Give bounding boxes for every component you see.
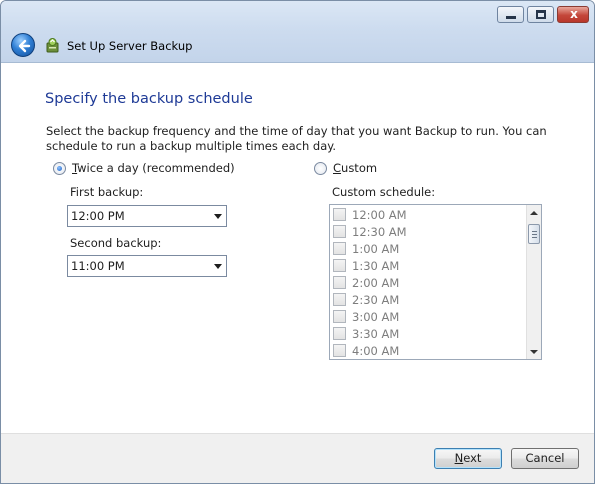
radio-selected-indicator <box>53 161 66 175</box>
list-item[interactable]: 3:30 AM <box>333 325 399 342</box>
list-item[interactable]: 3:00 AM <box>333 308 399 325</box>
next-button[interactable]: Next <box>434 448 502 469</box>
custom-radio[interactable]: Custom <box>314 161 377 175</box>
list-item[interactable]: 12:30 AM <box>333 223 407 240</box>
radio-unselected-indicator <box>314 161 327 175</box>
maximize-icon <box>536 10 546 19</box>
footer-bar <box>1 433 594 483</box>
checkbox[interactable] <box>333 259 346 272</box>
checkbox[interactable] <box>333 208 346 221</box>
list-item[interactable]: 1:30 AM <box>333 257 399 274</box>
list-item[interactable]: 2:00 AM <box>333 274 399 291</box>
twice-a-day-label: Twice a day (recommended) <box>72 161 235 175</box>
maximize-button[interactable] <box>527 6 554 23</box>
minimize-button[interactable] <box>497 6 524 23</box>
setup-server-backup-window: x Set Up Server Backup Specify the backu… <box>0 0 595 484</box>
back-button[interactable] <box>11 33 35 57</box>
page-heading: Specify the backup schedule <box>45 91 253 107</box>
checkbox[interactable] <box>333 344 346 357</box>
scroll-up-icon[interactable] <box>530 211 538 215</box>
close-button[interactable]: x <box>557 6 589 23</box>
checkbox[interactable] <box>333 225 346 238</box>
server-backup-icon <box>46 38 59 53</box>
checkbox[interactable] <box>333 293 346 306</box>
page-description: Select the backup frequency and the time… <box>46 124 547 153</box>
checkbox[interactable] <box>333 242 346 255</box>
title-bar: x Set Up Server Backup <box>1 1 594 63</box>
scroll-down-icon[interactable] <box>530 350 538 354</box>
chevron-down-icon <box>214 214 222 219</box>
first-backup-dropdown[interactable]: 12:00 PM <box>67 205 227 227</box>
list-item[interactable]: 12:00 AM <box>333 206 407 223</box>
second-backup-label: Second backup: <box>70 236 162 250</box>
second-backup-dropdown[interactable]: 11:00 PM <box>67 255 227 277</box>
twice-a-day-radio[interactable]: Twice a day (recommended) <box>53 161 235 175</box>
minimize-icon <box>506 16 516 19</box>
scrollbar-thumb[interactable] <box>528 224 540 244</box>
close-icon: x <box>570 7 578 21</box>
list-item[interactable]: 2:30 AM <box>333 291 399 308</box>
chevron-down-icon <box>214 264 222 269</box>
second-backup-value: 11:00 PM <box>71 259 125 273</box>
first-backup-value: 12:00 PM <box>71 209 125 223</box>
custom-label: Custom <box>333 161 378 175</box>
list-item[interactable]: 1:00 AM <box>333 240 399 257</box>
custom-schedule-label: Custom schedule: <box>332 185 436 199</box>
vertical-scrollbar[interactable] <box>526 205 541 359</box>
list-item[interactable]: 4:00 AM <box>333 342 399 359</box>
first-backup-label: First backup: <box>70 185 144 199</box>
checkbox[interactable] <box>333 327 346 340</box>
window-title: Set Up Server Backup <box>67 39 193 53</box>
custom-schedule-list[interactable]: 12:00 AM 12:30 AM 1:00 AM 1:30 AM 2:00 A… <box>329 204 542 360</box>
back-arrow-icon <box>18 39 31 53</box>
checkbox[interactable] <box>333 310 346 323</box>
checkbox[interactable] <box>333 276 346 289</box>
cancel-button[interactable]: Cancel <box>511 448 579 469</box>
